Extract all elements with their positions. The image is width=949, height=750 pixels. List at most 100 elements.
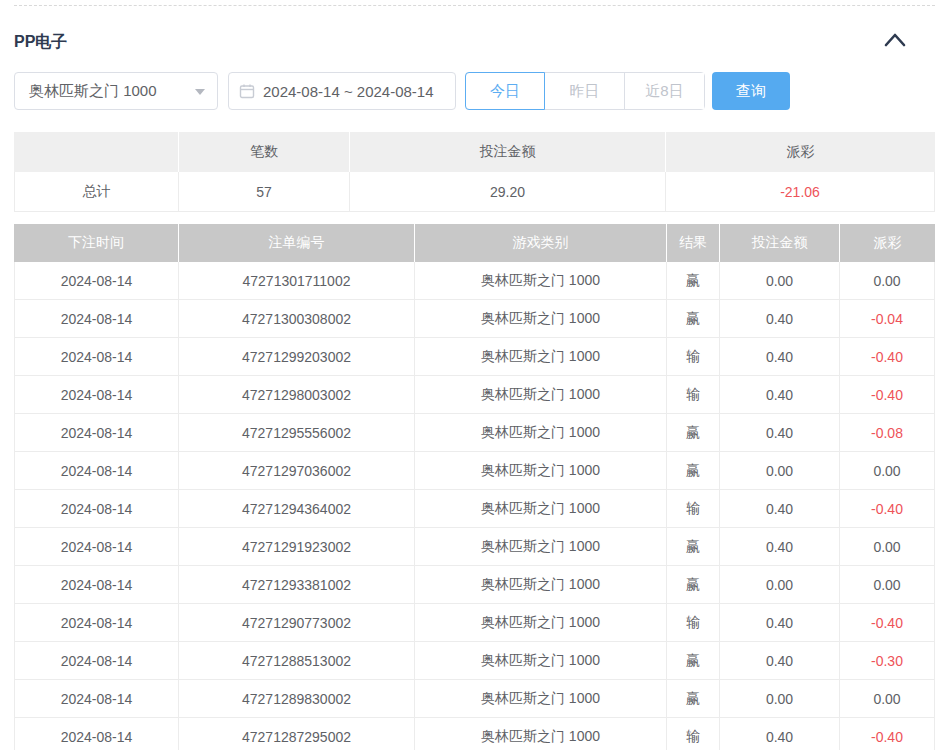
cell-order-no: 47271299203002 (179, 338, 415, 376)
cell-game-type: 奥林匹斯之门 1000 (415, 414, 667, 452)
cell-bet-time: 2024-08-14 (14, 680, 179, 718)
cell-game-type: 奥林匹斯之门 1000 (415, 680, 667, 718)
cell-result: 输 (667, 718, 720, 750)
cell-payout: -0.30 (840, 642, 935, 680)
yesterday-button[interactable]: 昨日 (544, 73, 624, 109)
cell-payout: -0.08 (840, 414, 935, 452)
cell-bet-amount: 0.40 (720, 338, 840, 376)
summary-table: 笔数 投注金额 派彩 总计 57 29.20 -21.06 (14, 132, 935, 212)
table-row: 2024-08-1447271289830002奥林匹斯之门 1000赢 0.00… (14, 680, 935, 718)
cell-game-type: 奥林匹斯之门 1000 (415, 376, 667, 414)
section-title: PP电子 (14, 32, 67, 53)
cell-order-no: 47271287295002 (179, 718, 415, 750)
table-row: 2024-08-1447271287295002奥林匹斯之门 1000输0.40… (14, 718, 935, 750)
cell-order-no: 47271301711002 (179, 262, 415, 300)
cell-result: 赢 (667, 528, 720, 566)
cell-game-type: 奥林匹斯之门 1000 (415, 262, 667, 300)
cell-order-no: 47271300308002 (179, 300, 415, 338)
cell-game-type: 奥林匹斯之门 1000 (415, 452, 667, 490)
table-row: 2024-08-1447271301711002奥林匹斯之门 1000赢 0.00… (14, 262, 935, 300)
cell-result: 输 (667, 604, 720, 642)
top-dashed-divider (14, 5, 935, 6)
cell-bet-time: 2024-08-14 (14, 528, 179, 566)
cell-payout: -0.04 (840, 300, 935, 338)
chevron-up-icon (882, 31, 908, 49)
today-button[interactable]: 今日 (465, 72, 545, 110)
cell-bet-amount: 0.00 (720, 452, 840, 490)
col-header-result: 结果 (667, 224, 720, 262)
cell-result: 赢 (667, 642, 720, 680)
summary-total-payout: -21.06 (666, 172, 935, 212)
summary-header-payout: 派彩 (666, 132, 935, 172)
table-row: 2024-08-1447271297036002奥林匹斯之门 1000赢0.00… (14, 452, 935, 490)
cell-game-type: 奥林匹斯之门 1000 (415, 604, 667, 642)
cell-payout: -0.40 (840, 718, 935, 750)
cell-payout: 0.00 (840, 680, 935, 718)
cell-order-no: 47271298003002 (179, 376, 415, 414)
game-select[interactable]: 奥林匹斯之门 1000 (14, 72, 218, 110)
cell-order-no: 47271297036002 (179, 452, 415, 490)
cell-order-no: 47271289830002 (179, 680, 415, 718)
date-range-picker[interactable]: 2024-08-14 ~ 2024-08-14 (228, 72, 456, 110)
cell-result: 赢 (667, 452, 720, 490)
cell-payout: -0.40 (840, 338, 935, 376)
cell-bet-amount: 0.40 (720, 376, 840, 414)
cell-result: 赢 (667, 414, 720, 452)
cell-bet-amount: 0.40 (720, 528, 840, 566)
table-row: 2024-08-1447271298003002奥林匹斯之门 1000输0.40… (14, 376, 935, 414)
quick-range-button-group: 今日 昨日 近8日 (465, 72, 705, 110)
query-button[interactable]: 查询 (712, 72, 790, 110)
col-header-bet-amount: 投注金额 (720, 224, 840, 262)
summary-header-empty (14, 132, 179, 172)
cell-bet-time: 2024-08-14 (14, 566, 179, 604)
filter-toolbar: 奥林匹斯之门 1000 2024-08-14 ~ 2024-08-14 今日 昨… (14, 72, 790, 110)
cell-bet-time: 2024-08-14 (14, 452, 179, 490)
cell-payout: -0.40 (840, 376, 935, 414)
cell-bet-time: 2024-08-14 (14, 262, 179, 300)
cell-game-type: 奥林匹斯之门 1000 (415, 338, 667, 376)
cell-bet-time: 2024-08-14 (14, 338, 179, 376)
table-row: 2024-08-1447271293381002奥林匹斯之门 1000赢0.00… (14, 566, 935, 604)
cell-order-no: 47271294364002 (179, 490, 415, 528)
cell-order-no: 47271295556002 (179, 414, 415, 452)
cell-bet-time: 2024-08-14 (14, 300, 179, 338)
table-row: 2024-08-1447271290773002奥林匹斯之门 1000输0.40… (14, 604, 935, 642)
cell-payout: -0.40 (840, 604, 935, 642)
cell-order-no: 47271288513002 (179, 642, 415, 680)
cell-order-no: 47271291923002 (179, 528, 415, 566)
col-header-bet-time: 下注时间 (14, 224, 179, 262)
calendar-icon (239, 83, 255, 99)
cell-order-no: 47271293381002 (179, 566, 415, 604)
col-header-order-no: 注单编号 (179, 224, 415, 262)
cell-order-no: 47271290773002 (179, 604, 415, 642)
cell-bet-amount: 0.40 (720, 604, 840, 642)
cell-bet-time: 2024-08-14 (14, 642, 179, 680)
cell-bet-amount: 0.40 (720, 642, 840, 680)
last-8-days-button[interactable]: 近8日 (624, 73, 704, 109)
summary-total-label: 总计 (14, 172, 179, 212)
cell-game-type: 奥林匹斯之门 1000 (415, 566, 667, 604)
bet-table-body: 2024-08-1447271301711002奥林匹斯之门 1000赢0.00… (14, 262, 935, 750)
cell-bet-time: 2024-08-14 (14, 718, 179, 750)
game-select-value: 奥林匹斯之门 1000 (29, 82, 157, 101)
cell-payout: -0.40 (840, 490, 935, 528)
cell-game-type: 奥林匹斯之门 1000 (415, 718, 667, 750)
table-row: 2024-08-1447271295556002奥林匹斯之门 1000赢0.40… (14, 414, 935, 452)
cell-bet-time: 2024-08-14 (14, 376, 179, 414)
cell-payout: 0.00 (840, 262, 935, 300)
table-row: 2024-08-1447271300308002奥林匹斯之门 1000赢0.40… (14, 300, 935, 338)
collapse-section-button[interactable] (882, 31, 908, 49)
summary-header-bet-amount: 投注金额 (350, 132, 666, 172)
cell-bet-amount: 0.40 (720, 490, 840, 528)
table-row: 2024-08-1447271294364002奥林匹斯之门 1000输0.40… (14, 490, 935, 528)
cell-result: 赢 (667, 680, 720, 718)
bet-table-header: 下注时间 注单编号 游戏类别 结果 投注金额 派彩 (14, 224, 935, 262)
cell-result: 输 (667, 338, 720, 376)
summary-header-row: 笔数 投注金额 派彩 (14, 132, 935, 172)
col-header-payout: 派彩 (840, 224, 935, 262)
cell-result: 赢 (667, 262, 720, 300)
table-row: 2024-08-1447271299203002奥林匹斯之门 1000输0.40… (14, 338, 935, 376)
cell-result: 输 (667, 490, 720, 528)
summary-total-count: 57 (179, 172, 350, 212)
summary-total-bet-amount: 29.20 (350, 172, 666, 212)
